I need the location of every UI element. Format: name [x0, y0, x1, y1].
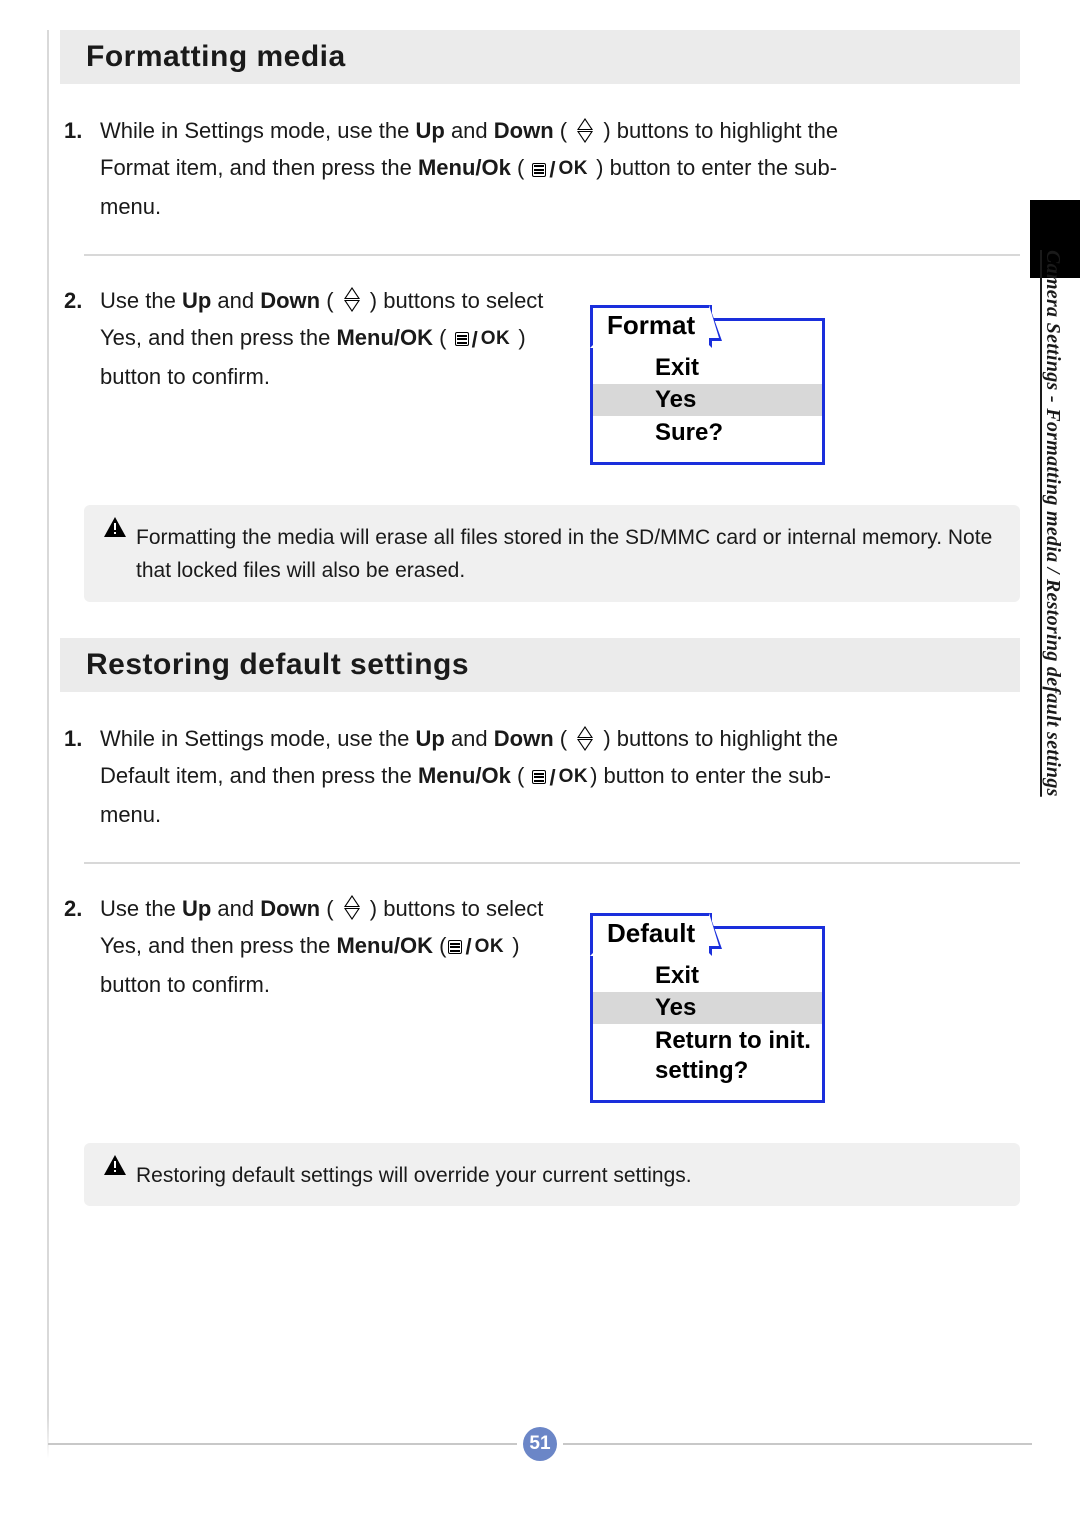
menu-ok-icon: /OK: [532, 759, 588, 796]
step-2: 2. Use the Up and Down ( ) buttons to se…: [60, 282, 560, 396]
page-number: 51: [523, 1427, 557, 1461]
lcd-tab: Format: [590, 305, 712, 348]
section-title-formatting: Formatting media: [60, 30, 1020, 84]
step-number: 1.: [64, 112, 94, 226]
up-down-icon: [344, 287, 360, 312]
lcd-option-exit: Exit: [593, 352, 822, 384]
menu-ok-icon: /OK: [455, 321, 511, 358]
step-text: Use the Up and Down ( ) buttons to selec…: [100, 890, 560, 1004]
step-2: 2. Use the Up and Down ( ) buttons to se…: [60, 890, 560, 1004]
warning-icon: [104, 517, 126, 588]
warning-text: Restoring default settings will override…: [136, 1157, 692, 1193]
lcd-prompt: Return to init. setting?: [593, 1024, 822, 1092]
step-text: While in Settings mode, use the Up and D…: [100, 112, 860, 226]
lcd-option-yes: Yes: [593, 992, 822, 1024]
up-down-icon: [577, 726, 593, 751]
step-1: 1. While in Settings mode, use the Up an…: [60, 112, 1020, 226]
lcd-tab: Default: [590, 913, 712, 956]
lcd-format: Format Exit Yes Sure?: [590, 282, 833, 465]
step-2-row: 2. Use the Up and Down ( ) buttons to se…: [60, 282, 1020, 465]
step-2-list: 2. Use the Up and Down ( ) buttons to se…: [60, 890, 560, 1004]
lcd-default: Default Exit Yes Return to init. setting…: [590, 890, 833, 1103]
steps-restoring: 1. While in Settings mode, use the Up an…: [60, 720, 1020, 834]
up-down-icon: [577, 118, 593, 143]
warning-icon: [104, 1155, 126, 1193]
lcd-prompt: Sure?: [593, 416, 822, 454]
step-text: Use the Up and Down ( ) buttons to selec…: [100, 282, 560, 396]
warning-text: Formatting the media will erase all file…: [136, 519, 1000, 588]
lcd-option-exit: Exit: [593, 960, 822, 992]
side-section-label: Camera Settings - Formatting media / Res…: [1039, 250, 1067, 797]
menu-ok-icon: /OK: [448, 928, 504, 965]
manual-page: Formatting media 1. While in Settings mo…: [0, 0, 1080, 1521]
margin-rule: [47, 30, 49, 1459]
step-2-list: 2. Use the Up and Down ( ) buttons to se…: [60, 282, 560, 396]
lcd-option-yes: Yes: [593, 384, 822, 416]
warning-note-format: Formatting the media will erase all file…: [84, 505, 1020, 602]
page-footer: 51: [48, 1427, 1032, 1461]
warning-note-restore: Restoring default settings will override…: [84, 1143, 1020, 1207]
divider: [84, 862, 1020, 864]
footer-rule: [563, 1443, 1032, 1445]
step-text: While in Settings mode, use the Up and D…: [100, 720, 860, 834]
steps-formatting: 1. While in Settings mode, use the Up an…: [60, 112, 1020, 226]
step-2-row: 2. Use the Up and Down ( ) buttons to se…: [60, 890, 1020, 1103]
up-down-icon: [344, 895, 360, 920]
step-number: 2.: [64, 890, 94, 1004]
step-number: 1.: [64, 720, 94, 834]
footer-rule: [48, 1443, 517, 1445]
divider: [84, 254, 1020, 256]
step-1: 1. While in Settings mode, use the Up an…: [60, 720, 1020, 834]
menu-ok-icon: /OK: [532, 151, 588, 188]
section-title-restoring: Restoring default settings: [60, 638, 1020, 692]
step-number: 2.: [64, 282, 94, 396]
